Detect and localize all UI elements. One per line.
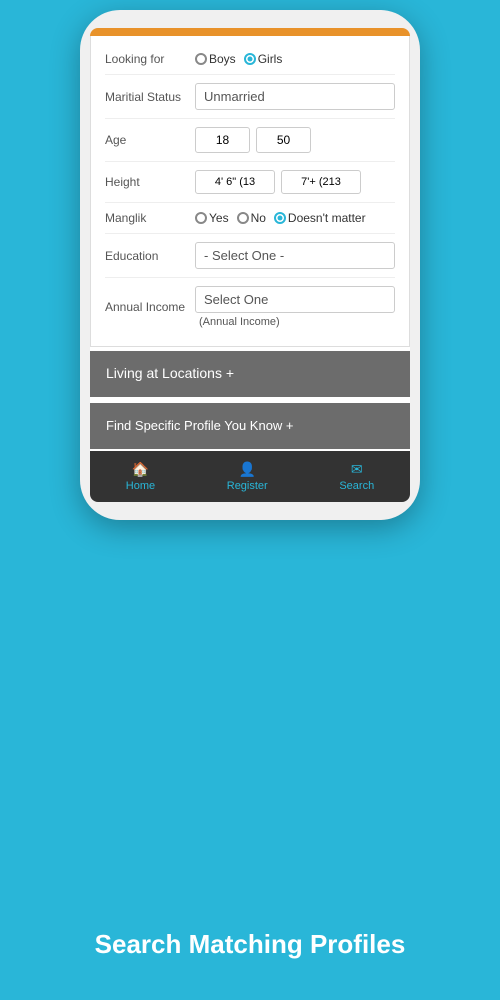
manglik-doesnt-matter[interactable]: Doesn't matter — [274, 211, 366, 225]
annual-income-row: Annual Income Select One (Annual Income) — [105, 278, 395, 336]
age-max-input[interactable] — [256, 127, 311, 153]
nav-home[interactable]: 🏠 Home — [126, 461, 155, 492]
height-row: Height — [105, 162, 395, 203]
boys-option[interactable]: Boys — [195, 52, 236, 66]
phone-shell: Looking for Boys Girls Maritial Status U… — [80, 10, 420, 520]
annual-income-field: Select One (Annual Income) — [195, 286, 395, 328]
age-min-input[interactable] — [195, 127, 250, 153]
manglik-yes-radio[interactable] — [195, 212, 207, 224]
nav-register-label: Register — [227, 480, 268, 492]
looking-for-options: Boys Girls — [195, 52, 282, 66]
marital-status-row: Maritial Status Unmarried — [105, 75, 395, 119]
living-at-locations-section[interactable]: Living at Locations + — [90, 351, 410, 397]
boys-radio[interactable] — [195, 53, 207, 65]
girls-option[interactable]: Girls — [244, 52, 283, 66]
header-bar — [90, 28, 410, 36]
age-row: Age — [105, 119, 395, 162]
manglik-no[interactable]: No — [237, 211, 266, 225]
age-inputs — [195, 127, 311, 153]
phone-screen: Looking for Boys Girls Maritial Status U… — [90, 28, 410, 502]
annual-income-select[interactable]: Select One — [195, 286, 395, 313]
living-at-locations-label: Living at Locations + — [106, 365, 234, 381]
nav-home-label: Home — [126, 480, 155, 492]
height-max-input[interactable] — [281, 170, 361, 194]
form-section: Looking for Boys Girls Maritial Status U… — [90, 36, 410, 347]
boys-label: Boys — [209, 52, 236, 66]
register-icon: 👤 — [239, 461, 256, 478]
bottom-nav: 🏠 Home 👤 Register ✉ Search — [90, 451, 410, 502]
manglik-label: Manglik — [105, 211, 195, 225]
marital-status-label: Maritial Status — [105, 90, 195, 104]
manglik-yes[interactable]: Yes — [195, 211, 229, 225]
height-label: Height — [105, 175, 195, 189]
age-label: Age — [105, 133, 195, 147]
manglik-no-label: No — [251, 211, 266, 225]
manglik-dm-label: Doesn't matter — [288, 211, 366, 225]
manglik-no-radio[interactable] — [237, 212, 249, 224]
annual-income-label: Annual Income — [105, 300, 195, 314]
looking-for-label: Looking for — [105, 52, 195, 66]
girls-label: Girls — [258, 52, 283, 66]
manglik-row: Manglik Yes No Doesn't matter — [105, 203, 395, 234]
manglik-dm-radio[interactable] — [274, 212, 286, 224]
nav-search[interactable]: ✉ Search — [339, 461, 374, 492]
education-label: Education — [105, 249, 195, 263]
search-icon: ✉ — [351, 461, 363, 478]
home-icon: 🏠 — [132, 461, 149, 478]
looking-for-row: Looking for Boys Girls — [105, 44, 395, 75]
height-min-input[interactable] — [195, 170, 275, 194]
nav-register[interactable]: 👤 Register — [227, 461, 268, 492]
girls-radio[interactable] — [244, 53, 256, 65]
manglik-options: Yes No Doesn't matter — [195, 211, 366, 225]
find-specific-profile-section[interactable]: Find Specific Profile You Know + — [90, 403, 410, 449]
nav-search-label: Search — [339, 480, 374, 492]
education-select[interactable]: - Select One - — [195, 242, 395, 269]
annual-income-sub: (Annual Income) — [195, 316, 395, 328]
find-specific-label: Find Specific Profile You Know + — [106, 418, 294, 433]
height-inputs — [195, 170, 361, 194]
manglik-yes-label: Yes — [209, 211, 229, 225]
marital-status-value[interactable]: Unmarried — [195, 83, 395, 110]
bottom-heading: Search Matching Profiles — [0, 929, 500, 960]
education-row: Education - Select One - — [105, 234, 395, 278]
